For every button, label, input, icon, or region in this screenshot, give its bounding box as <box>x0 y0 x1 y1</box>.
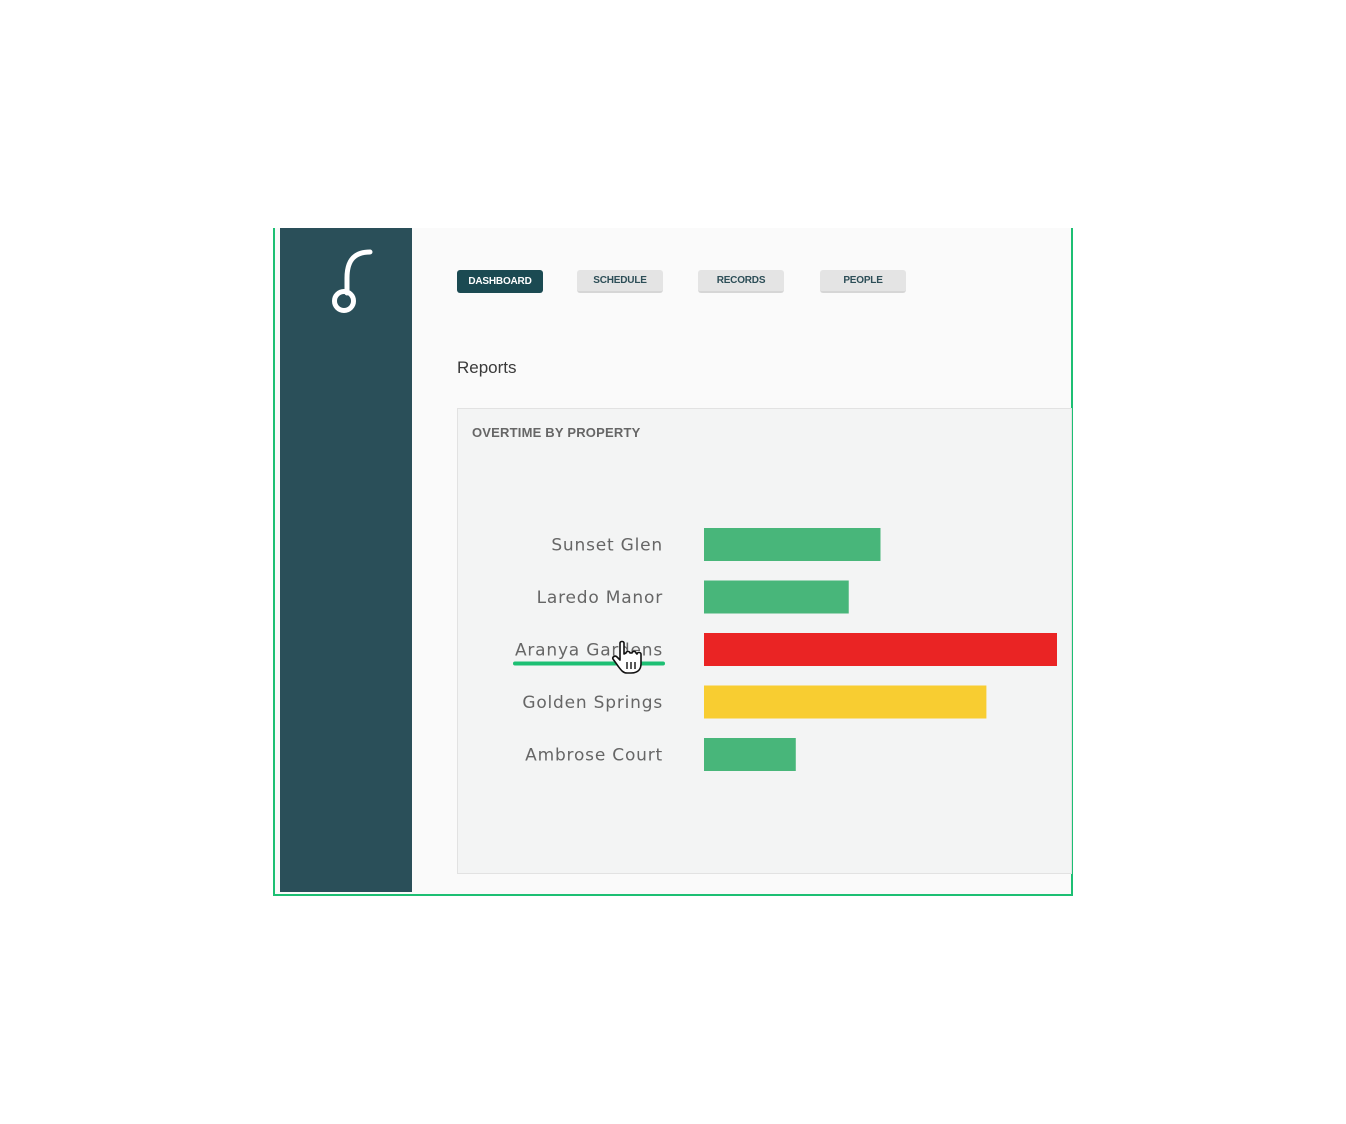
bar-laredo-manor[interactable] <box>704 580 849 614</box>
tab-people[interactable]: PEOPLE <box>820 270 906 293</box>
bar-label-sunset-glen[interactable]: Sunset Glen <box>551 536 663 556</box>
bar-label-golden-springs[interactable]: Golden Springs <box>522 693 663 713</box>
tab-schedule[interactable]: SCHEDULE <box>577 270 663 293</box>
overtime-bar-chart: Sunset GlenLaredo ManorAranya GardensGol… <box>513 528 1057 771</box>
app-logo-icon[interactable] <box>330 248 380 328</box>
bar-sunset-glen[interactable] <box>704 528 881 561</box>
tab-records[interactable]: RECORDS <box>698 270 784 293</box>
report-title: OVERTIME BY PROPERTY <box>472 425 641 440</box>
bar-label-ambrose-court[interactable]: Ambrose Court <box>525 746 663 766</box>
bar-golden-springs[interactable] <box>704 685 987 719</box>
bar-aranya-gardens[interactable] <box>704 633 1057 666</box>
report-panel: Sunset Glen Laredo Manor Aranya Gardens Gol… <box>457 408 1072 874</box>
page-title: Reports <box>457 358 517 377</box>
bar-ambrose-court[interactable] <box>704 738 796 771</box>
tab-dashboard[interactable]: DASHBOARD <box>457 270 543 293</box>
app-window: DASHBOARD SCHEDULE RECORDS PEOPLE Report… <box>273 228 1073 896</box>
hand-pointer-cursor-icon <box>612 640 642 674</box>
bar-label-laredo-manor[interactable]: Laredo Manor <box>537 588 663 608</box>
sidebar <box>280 228 412 892</box>
